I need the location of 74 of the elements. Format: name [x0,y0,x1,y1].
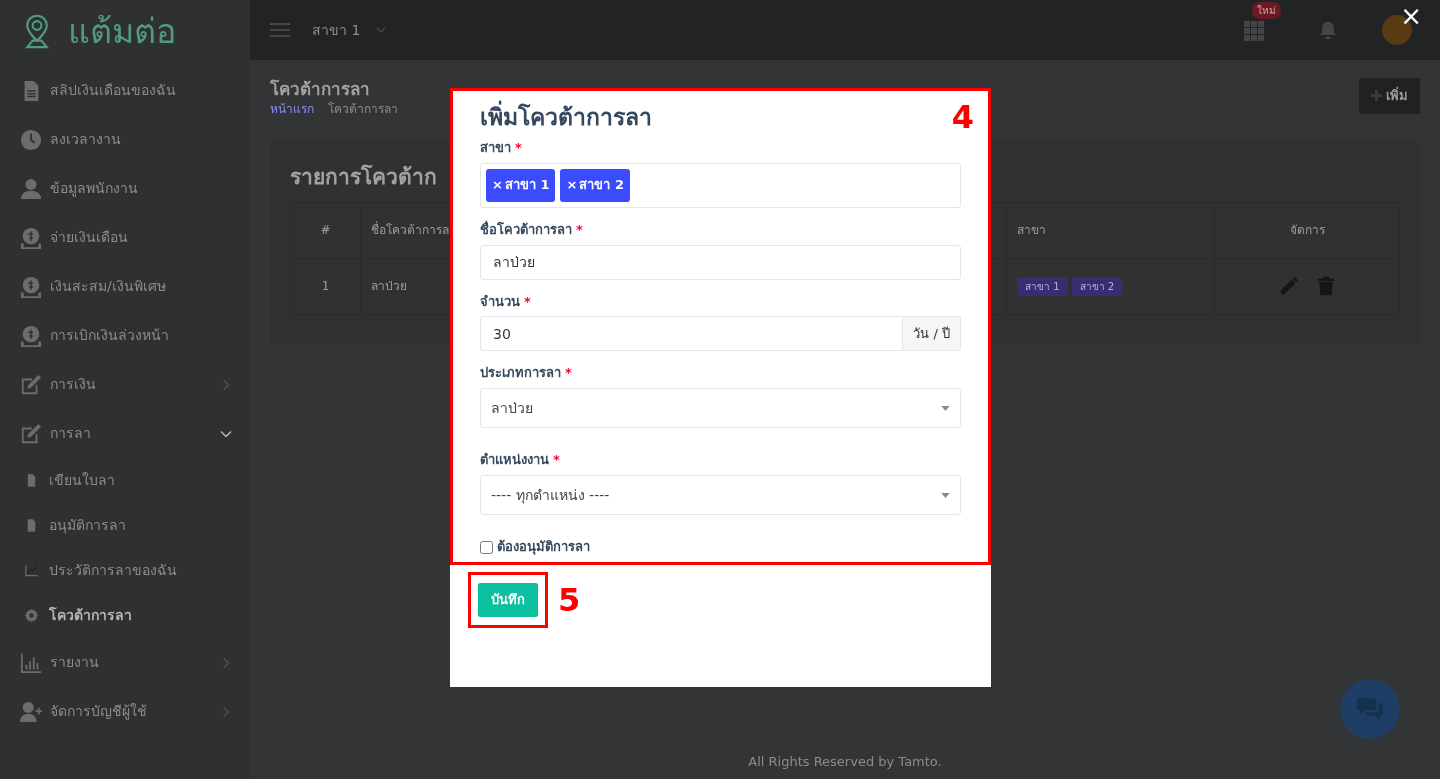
input-field[interactable]: 30 [480,316,904,352]
caret-down-icon [941,492,950,498]
sidebar-item[interactable]: ลงเวลางาน [0,115,250,164]
field-label: จำนวน [480,293,520,311]
caret-down-icon [941,405,950,411]
selected-tag[interactable]: ×สาขา 1 [486,168,556,202]
field-label: ประเภทการลา [480,365,561,383]
edit-icon [20,422,42,445]
sidebar-item[interactable]: สลิปเงินเดือนของฉัน [0,66,250,115]
coin-hand-icon [20,226,42,249]
required-mark: * [524,293,531,311]
field-label: สาขา [480,139,511,157]
input-field[interactable]: ลาป่วย [480,244,961,280]
required-mark: * [515,139,522,157]
coin-hand-icon [20,275,42,298]
column-header: สาขา [1006,202,1215,259]
card-title: รายการโควต้าก [290,163,437,192]
page-title: โควต้าการลา [270,78,371,101]
close-button[interactable]: × [1394,2,1428,30]
plus-icon [1371,90,1382,102]
sidebar-item[interactable]: จ่ายเงินเดือน [0,213,250,262]
breadcrumb-link[interactable]: หน้าแรก [270,100,314,119]
trash-icon[interactable] [1316,275,1336,298]
sidebar-item[interactable]: การเบิกเงินล่วงหน้า [0,311,250,360]
sidebar-item[interactable]: จัดการบัญชีผู้ใช้ [0,687,250,736]
new-badge: ใหม่ [1252,2,1281,19]
chat-button[interactable] [1340,679,1400,739]
branch-tag: สาขา 2 [1071,277,1123,297]
breadcrumb-current: โควต้าการลา [328,101,398,119]
person-icon [20,177,42,200]
apps-grid-icon [1244,20,1264,41]
bar-chart-icon [20,651,42,674]
logo-text: แต้มต่อ [68,13,176,51]
menu-icon [270,22,290,38]
save-button[interactable]: บันทึก [478,583,538,617]
remove-tag-button[interactable]: × [566,176,578,194]
sidebar-item[interactable]: การลา [0,409,250,458]
required-mark: * [576,221,583,239]
select-field[interactable]: ลาป่วย [480,388,961,429]
sidebar-item[interactable]: ข้อมูลพนักงาน [0,164,250,213]
add-button[interactable]: เพิ่ม [1359,78,1420,114]
clock-icon [20,128,42,151]
checkbox-label[interactable]: ต้องอนุมัติการลา [480,539,961,557]
footer-text: All Rights Reserved by Tamto. [747,752,943,771]
coin-hand-icon [20,324,42,347]
annotation-number: 5 [558,583,581,616]
required-mark: * [553,452,560,470]
gear-icon [24,608,39,623]
sidebar-item[interactable]: การเงิน [0,360,250,409]
sidebar-subitem[interactable]: อนุมัติการลา [0,503,250,548]
add-user-icon [20,700,42,723]
tag-input-field[interactable]: ×สาขา 1 ×สาขา 2 [480,162,961,208]
edit-icon [20,373,42,396]
column-header: จัดการ [1214,202,1400,259]
required-mark: * [565,365,572,383]
sidebar-item[interactable]: เงินสะสม/เงินพิเศษ [0,262,250,311]
branch-tag: สาขา 1 [1017,277,1068,297]
checkbox[interactable] [480,541,493,555]
column-header: # [290,202,361,259]
field-label: ชื่อโควต้าการลา [480,221,572,239]
bell-icon [1318,20,1338,40]
unit-addon: วัน / ปี [903,316,961,352]
branch-dropdown[interactable]: สาขา 1 [312,19,387,41]
field-label: ตำแหน่งงาน [480,452,549,470]
line-chart-icon [24,563,39,578]
table-cell: 1 [290,258,361,315]
sidebar-subitem[interactable]: เขียนใบลา [0,458,250,503]
sidebar-item[interactable]: รายงาน [0,638,250,687]
sidebar-subitem[interactable]: ประวัติการลาของฉัน [0,548,250,593]
remove-tag-button[interactable]: × [492,176,503,194]
chevron-down-icon [376,25,387,35]
selected-tag[interactable]: ×สาขา 2 [560,168,630,202]
select-field[interactable]: ---- ทุกตำแหน่ง ---- [480,475,961,516]
sidebar-subitem[interactable]: โควต้าการลา [0,593,250,638]
